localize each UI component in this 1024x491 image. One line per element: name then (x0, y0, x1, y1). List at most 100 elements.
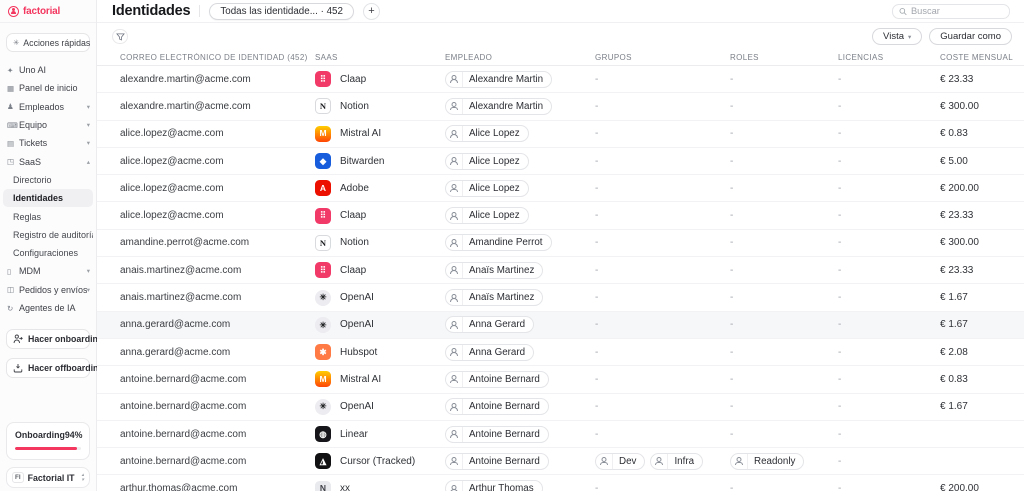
table-row[interactable]: alice.lopez@acme.com A Adobe Alice Lopez… (97, 175, 1024, 202)
person-icon (446, 208, 463, 223)
sidebar-item-tickets[interactable]: ▤Tickets▾ (0, 134, 96, 152)
brand[interactable]: factorial (0, 0, 96, 23)
company-switcher[interactable]: FI Factorial IT ES ▴▾ (6, 467, 90, 488)
groups-cell: - (595, 265, 730, 276)
brand-name: factorial (23, 6, 60, 17)
sparkles-icon: ✦ (7, 66, 19, 75)
add-view-button[interactable]: + (363, 3, 380, 20)
table-row[interactable]: anna.gerard@acme.com ✳ OpenAI Anna Gerar… (97, 312, 1024, 339)
licenses-cell: - (838, 456, 940, 467)
employee-chip[interactable]: Arthur Thomas (445, 480, 543, 491)
employee-chip[interactable]: Alice Lopez (445, 153, 529, 170)
sidebar-item-identidades[interactable]: Identidades (3, 189, 93, 207)
table-row[interactable]: anais.martinez@acme.com ⠿ Claap Anaïs Ma… (97, 257, 1024, 284)
employee-chip[interactable]: Amandine Perrot (445, 234, 552, 251)
table-row[interactable]: antoine.bernard@acme.com ✳ OpenAI Antoin… (97, 394, 1024, 421)
licenses-cell: - (838, 401, 940, 412)
table-row[interactable]: amandine.perrot@acme.com N Notion Amandi… (97, 230, 1024, 257)
sidebar-item-registro-de-auditoria[interactable]: Registro de auditoría (3, 226, 93, 244)
table-row[interactable]: alice.lopez@acme.com ⠿ Claap Alice Lopez… (97, 202, 1024, 229)
sidebar-item-mdm[interactable]: ▯MDM▾ (0, 262, 96, 280)
chevron-down-icon: ▾ (908, 33, 911, 41)
apps-icon: ◳ (7, 157, 19, 166)
groups-cell: - (595, 292, 730, 303)
employee-chip[interactable]: Alexandre Martin (445, 71, 552, 88)
employee-chip[interactable]: Antoine Bernard (445, 398, 549, 415)
pill-label: Anaïs Martinez (463, 265, 542, 276)
sidebar-item-saas[interactable]: ◳SaaS▴ (0, 152, 96, 170)
column-header[interactable]: LICENCIAS (838, 53, 940, 62)
roles-cell: - (730, 347, 838, 358)
licenses-cell: - (838, 156, 940, 167)
employee-chip[interactable]: Antoine Bernard (445, 426, 549, 443)
table-row[interactable]: antoine.bernard@acme.com ◮ Cursor (Track… (97, 448, 1024, 475)
employee-chip[interactable]: Antoine Bernard (445, 453, 549, 470)
group-chip[interactable]: Dev (595, 453, 645, 470)
column-header[interactable]: SAAS (315, 53, 445, 62)
save-as-button[interactable]: Guardar como (929, 28, 1012, 45)
table-row[interactable]: antoine.bernard@acme.com ◍ Linear Antoin… (97, 421, 1024, 448)
employee-cell: Alice Lopez (445, 180, 595, 197)
column-header[interactable]: CORREO ELECTRÓNICO DE IDENTIDAD (452) (120, 53, 315, 62)
groups-cell: - (595, 319, 730, 330)
onboarding-button[interactable]: Hacer onboarding (6, 329, 90, 349)
search-icon (899, 7, 907, 16)
sidebar-item-configuraciones[interactable]: Configuraciones (3, 244, 93, 262)
employee-chip[interactable]: Anaïs Martinez (445, 289, 543, 306)
licenses-cell: - (838, 210, 940, 221)
pill-label: Alexandre Martin (463, 101, 551, 112)
column-header[interactable]: EMPLEADO (445, 53, 595, 62)
quick-actions-button[interactable]: ✳ Acciones rápidas (6, 33, 90, 52)
table-row[interactable]: alexandre.martin@acme.com N Notion Alexa… (97, 93, 1024, 120)
table-row[interactable]: alice.lopez@acme.com M Mistral AI Alice … (97, 121, 1024, 148)
column-header[interactable]: GRUPOS (595, 53, 730, 62)
table-row[interactable]: anna.gerard@acme.com ✱ Hubspot Anna Gera… (97, 339, 1024, 366)
sidebar-item-directorio[interactable]: Directorio (3, 171, 93, 189)
search-box[interactable] (892, 4, 1010, 19)
sidebar-item-equipo[interactable]: ⌨Equipo▾ (0, 116, 96, 134)
sidebar-item-empleados[interactable]: ♟Empleados▾ (0, 98, 96, 116)
sidebar-item-reglas[interactable]: Reglas (3, 207, 93, 225)
groups-cell: - (595, 401, 730, 412)
table-row[interactable]: anais.martinez@acme.com ✳ OpenAI Anaïs M… (97, 284, 1024, 311)
roles-cell: - (730, 210, 838, 221)
employee-cell: Antoine Bernard (445, 453, 595, 470)
sidebar: factorial ✳ Acciones rápidas ✦Uno AI▦Pan… (0, 0, 97, 491)
search-input[interactable] (911, 6, 1003, 16)
monthly-cost: € 200.00 (940, 183, 1014, 194)
saas-app-name: Claap (340, 74, 366, 85)
employee-chip[interactable]: Anna Gerard (445, 344, 534, 361)
employee-chip[interactable]: Alice Lopez (445, 125, 529, 142)
sidebar-item-uno-ai[interactable]: ✦Uno AI (0, 61, 96, 79)
group-chip[interactable]: Infra (650, 453, 703, 470)
monthly-cost: € 1.67 (940, 319, 1014, 330)
employee-chip[interactable]: Anaïs Martinez (445, 262, 543, 279)
monthly-cost: € 23.33 (940, 210, 1014, 221)
filter-button[interactable] (112, 29, 128, 44)
tab-all-identities[interactable]: Todas las identidade... · 452 (209, 3, 354, 20)
table-row[interactable]: arthur.thomas@acme.com N xx Arthur Thoma… (97, 475, 1024, 491)
sidebar-item-label: MDM (19, 266, 87, 276)
onboarding-percent: 94% (65, 430, 83, 440)
view-button[interactable]: Vista ▾ (872, 28, 922, 45)
table-row[interactable]: antoine.bernard@acme.com M Mistral AI An… (97, 366, 1024, 393)
saas-cell: N xx (315, 481, 445, 491)
offboarding-button[interactable]: Hacer offboarding (6, 358, 90, 378)
column-header[interactable]: ROLES (730, 53, 838, 62)
table-row[interactable]: alice.lopez@acme.com ◆ Bitwarden Alice L… (97, 148, 1024, 175)
employee-chip[interactable]: Anna Gerard (445, 316, 534, 333)
employee-chip[interactable]: Antoine Bernard (445, 371, 549, 388)
sidebar-item-pedidos-y-envios[interactable]: ◫Pedidos y envíos▾ (0, 281, 96, 299)
sidebar-item-panel-de-inicio[interactable]: ▦Panel de inicio (0, 79, 96, 97)
employee-chip[interactable]: Alexandre Martin (445, 98, 552, 115)
employee-chip[interactable]: Alice Lopez (445, 180, 529, 197)
saas-app-name: Cursor (Tracked) (340, 456, 415, 467)
identity-email: alexandre.martin@acme.com (120, 101, 315, 112)
role-chip[interactable]: Readonly (730, 453, 804, 470)
sidebar-item-agentes-de-ia[interactable]: ↻Agentes de IA (0, 299, 96, 317)
table-row[interactable]: alexandre.martin@acme.com ⠿ Claap Alexan… (97, 66, 1024, 93)
employee-chip[interactable]: Alice Lopez (445, 207, 529, 224)
column-header[interactable]: COSTE MENSUAL (940, 53, 1014, 62)
onboarding-progress-card[interactable]: Onboarding 94% (6, 422, 90, 461)
chevron-up-icon: ▴ (87, 158, 90, 166)
